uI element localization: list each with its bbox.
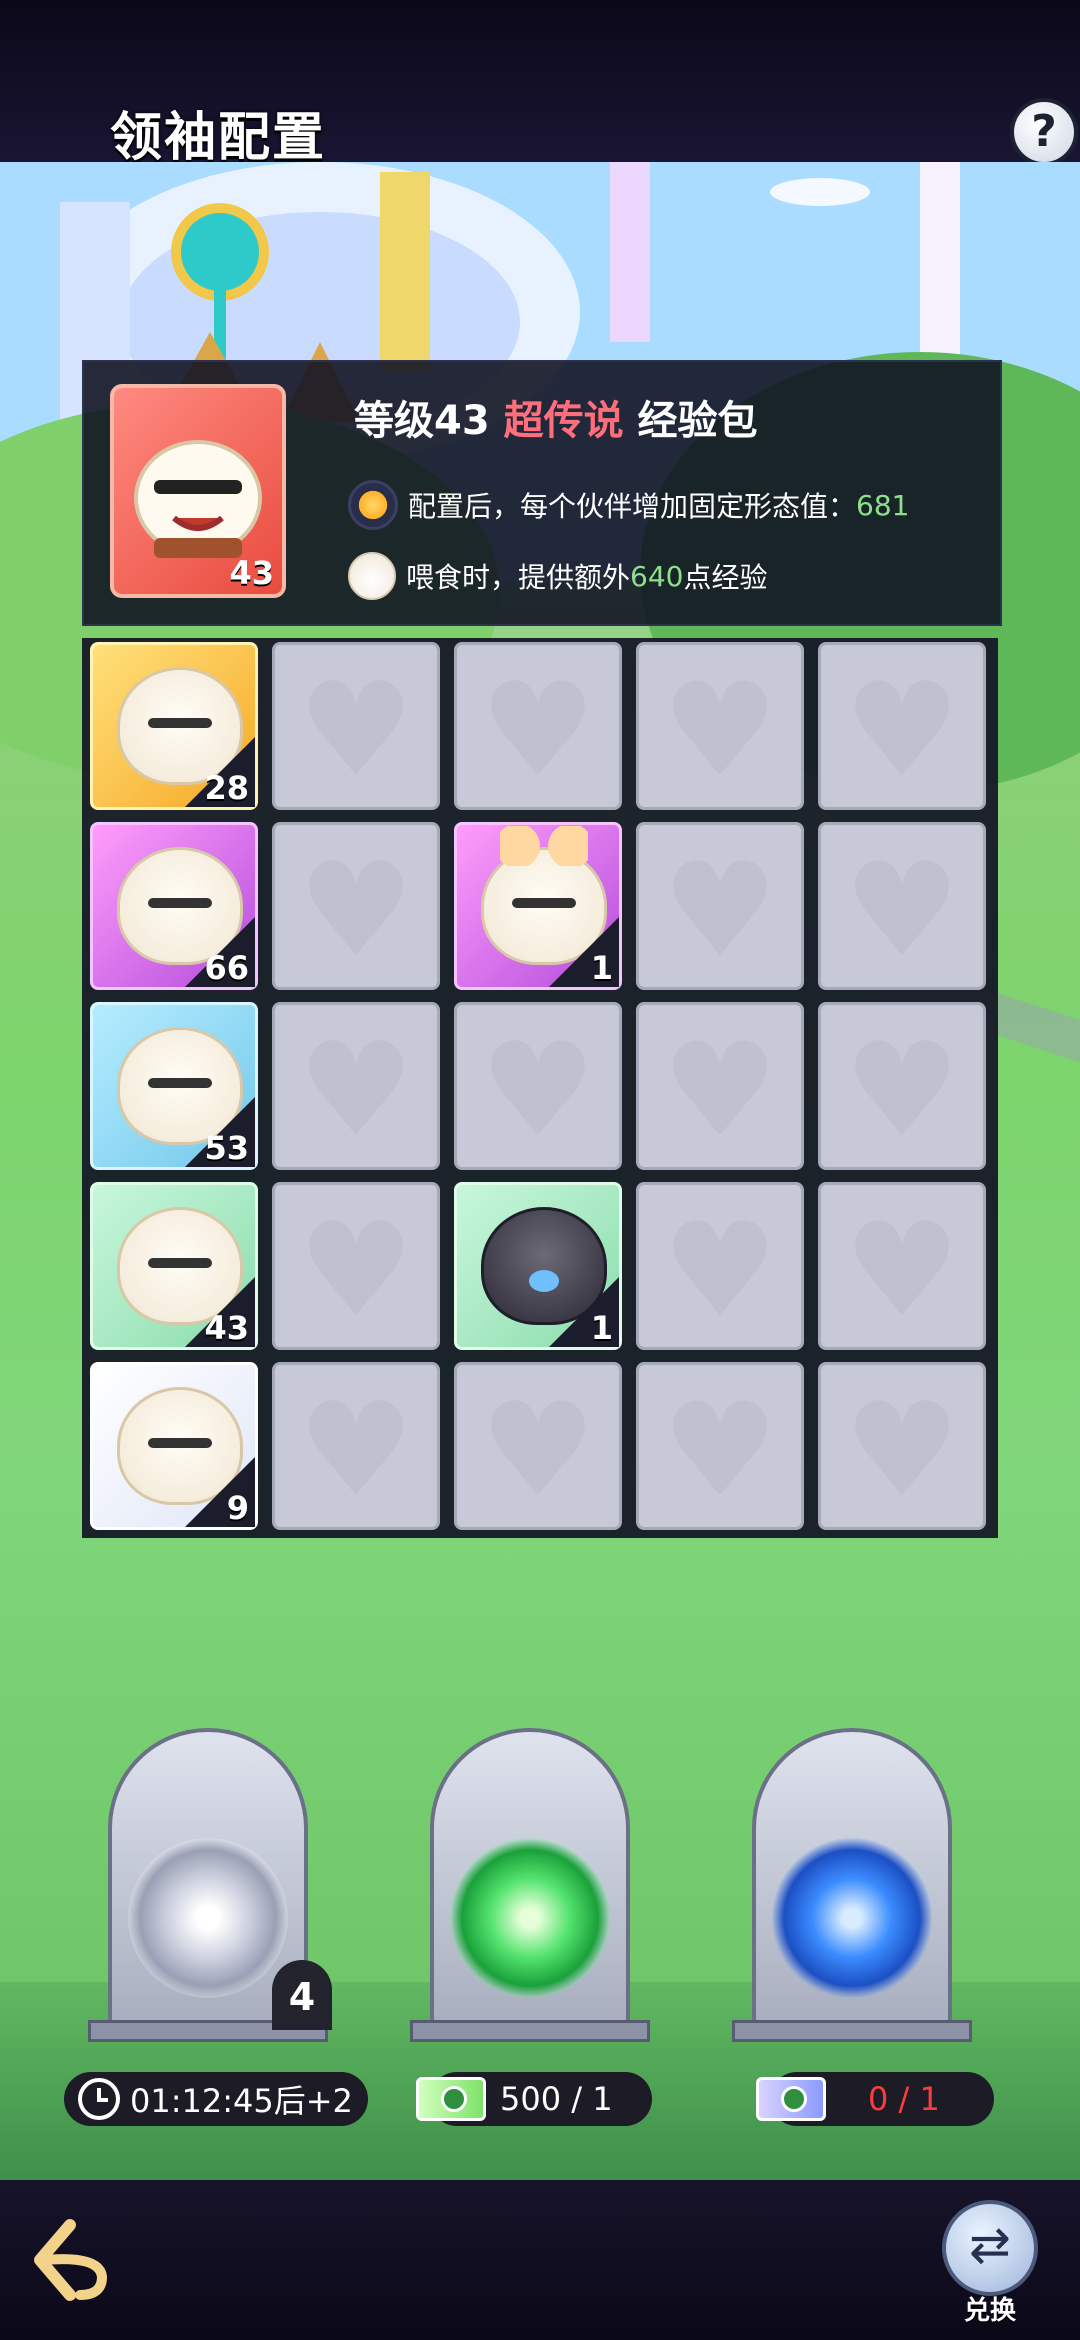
blue-ticket-icon (756, 2077, 826, 2121)
info-title: 等级43 超传说 经验包 (354, 388, 758, 446)
item-name: 经验包 (637, 398, 758, 444)
grid-cell-filled[interactable]: 53 (90, 1002, 258, 1170)
grid-cell-empty[interactable] (636, 822, 804, 990)
bun-icon (348, 552, 396, 600)
grid-cell-empty[interactable] (636, 1002, 804, 1170)
help-button[interactable]: ? (1010, 98, 1078, 166)
star-icon (348, 480, 398, 530)
bonus-exp-value: 640 (630, 559, 684, 593)
pet-count: 66 (204, 949, 249, 987)
bonus-exp-prefix: 喂食时，提供额外 (406, 561, 631, 594)
grid-cell-empty[interactable] (454, 642, 622, 810)
blue-ticket-pill: 0 / 1 (756, 2072, 994, 2126)
pet-count: 1 (590, 949, 613, 987)
grid-cell-empty[interactable] (454, 1362, 622, 1530)
timer-text: 01:12:45后+2 (130, 2082, 353, 2120)
portal-blue[interactable] (732, 1728, 972, 2048)
white-vortex (128, 1838, 288, 1998)
bonus-form-text: 配置后，每个伙伴增加固定形态值： (408, 490, 857, 523)
grid-cell-empty[interactable] (272, 822, 440, 990)
green-ticket-pill: 500 / 1 (416, 2072, 652, 2126)
grid-cell-empty[interactable] (636, 1182, 804, 1350)
icon-level: 43 (229, 554, 274, 592)
grid-cell-empty[interactable] (272, 1362, 440, 1530)
blue-vortex (772, 1838, 932, 1998)
pet-count: 43 (204, 1309, 249, 1347)
bonus-exp-suffix: 点经验 (683, 561, 768, 594)
grid-cell-empty[interactable] (272, 1002, 440, 1170)
grid-cell-filled[interactable]: 1 (454, 822, 622, 990)
grid-cell-empty[interactable] (636, 642, 804, 810)
level-text: 等级43 (354, 398, 490, 444)
grid-cell-empty[interactable] (272, 1182, 440, 1350)
bonus-line-exp: 喂食时，提供额外 640 点经验 (348, 552, 767, 600)
bottom-bar (0, 2180, 1080, 2340)
rarity-text: 超传说 (503, 398, 624, 444)
grid-cell-filled[interactable]: 9 (90, 1362, 258, 1530)
grid-cell-empty[interactable] (818, 822, 986, 990)
exchange-button[interactable] (942, 2200, 1038, 2296)
grid-cell-empty[interactable] (818, 1362, 986, 1530)
green-ticket-count: 500 / 1 (500, 2080, 613, 2118)
grid-cell-filled[interactable]: 43 (90, 1182, 258, 1350)
green-vortex (450, 1838, 610, 1998)
grid-cell-empty[interactable] (818, 642, 986, 810)
grid-cell-empty[interactable] (636, 1362, 804, 1530)
grid-cell-filled[interactable]: 28 (90, 642, 258, 810)
leader-grid: 28 66 1 53 43 1 9 (82, 638, 998, 1538)
leader-info-panel: 43 等级43 超传说 经验包 配置后，每个伙伴增加固定形态值： 681 喂食时，… (82, 360, 1002, 626)
pet-count: 53 (204, 1129, 249, 1167)
grid-cell-empty[interactable] (818, 1182, 986, 1350)
grid-cell-filled[interactable]: 1 (454, 1182, 622, 1350)
exp-pack-icon[interactable]: 43 (110, 384, 286, 598)
portal-count-badge: 4 (272, 1960, 332, 2030)
grid-cell-filled[interactable]: 66 (90, 822, 258, 990)
grid-cell-empty[interactable] (818, 1002, 986, 1170)
pet-count: 9 (226, 1489, 249, 1527)
pet-count: 28 (204, 769, 249, 807)
page-title: 领袖配置 (110, 108, 327, 168)
bonus-line-form: 配置后，每个伙伴增加固定形态值： 681 (348, 480, 909, 530)
exchange-label: 兑换 (963, 2296, 1016, 2326)
top-bar: 领袖配置 ? (0, 0, 1080, 168)
question-icon: ? (1031, 106, 1057, 157)
timer-pill: 01:12:45后+2 (64, 2072, 368, 2126)
back-arrow-icon[interactable] (30, 2215, 120, 2305)
portal-base (732, 2020, 972, 2042)
portal-green[interactable] (410, 1728, 650, 2048)
pet-count: 1 (590, 1309, 613, 1347)
grid-cell-empty[interactable] (272, 642, 440, 810)
clock-icon (78, 2078, 120, 2120)
green-ticket-icon (416, 2077, 486, 2121)
bonus-form-value: 681 (856, 488, 910, 522)
grid-cell-empty[interactable] (454, 1002, 622, 1170)
portal-base (410, 2020, 650, 2042)
blue-ticket-count: 0 / 1 (868, 2080, 940, 2118)
